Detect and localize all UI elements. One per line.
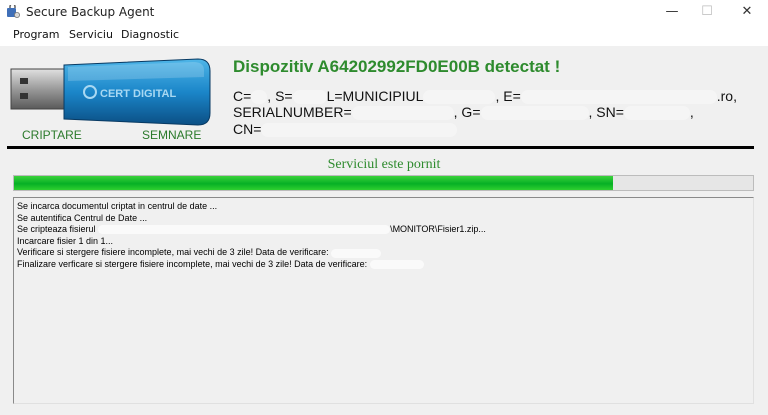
certificate-line-2: SERIALNUMBER= , G= , SN=, xyxy=(233,104,694,121)
redacted-date xyxy=(369,260,424,270)
menu-diagnostic[interactable]: Diagnostic xyxy=(121,28,179,41)
redacted-value xyxy=(623,106,690,121)
cert-country-key: C= xyxy=(233,88,252,104)
usb-token-image: CERT DIGITAL xyxy=(10,58,211,126)
activity-log[interactable]: Se incarca documentul criptat in centrul… xyxy=(13,197,754,404)
cert-state-key: , S= xyxy=(267,88,293,104)
device-detected-title: Dispozitiv A64202992FD0E00B detectat ! xyxy=(233,57,561,76)
cert-common-name-key: CN= xyxy=(233,121,262,137)
cert-given-name-key: , G= xyxy=(453,104,481,120)
cert-trailing-comma: , xyxy=(689,104,694,120)
redacted-value xyxy=(251,90,268,105)
encrypt-label: CRIPTARE xyxy=(22,128,82,142)
certificate-line-1: C= , S= L=MUNICIPIUL , E= .ro, xyxy=(233,88,737,105)
log-line-suffix: \MONITOR\Fisier1.zip... xyxy=(390,224,486,235)
redacted-value xyxy=(292,90,327,105)
redacted-value xyxy=(520,90,717,105)
title-bar: Secure Backup Agent — ☐ ✕ xyxy=(0,0,768,24)
menu-bar: Program Serviciu Diagnostic xyxy=(0,24,768,46)
cert-surname-key: , SN= xyxy=(588,104,624,120)
redacted-date xyxy=(331,248,382,258)
service-status-text: Serviciul este pornit xyxy=(327,157,441,172)
minimize-button[interactable]: — xyxy=(652,0,692,24)
progress-bar xyxy=(13,175,754,191)
cert-locality-key: L=MUNICIPIUL xyxy=(326,88,424,104)
header-divider xyxy=(7,146,754,149)
redacted-value xyxy=(480,106,589,121)
redacted-value xyxy=(351,106,454,121)
log-line: Verificare si stergere fisiere incomplet… xyxy=(14,247,753,259)
redacted-value xyxy=(261,123,458,138)
close-button[interactable]: ✕ xyxy=(727,0,767,24)
window-title: Secure Backup Agent xyxy=(26,5,155,19)
cert-email-key: , E= xyxy=(495,88,521,104)
log-line: Se autentifica Centrul de Date ... xyxy=(17,212,148,223)
cert-serial-key: SERIALNUMBER= xyxy=(233,104,352,120)
maximize-button[interactable]: ☐ xyxy=(687,0,727,24)
usb-brand-label: CERT DIGITAL xyxy=(100,88,176,100)
log-line-text: Verificare si stergere fisiere incomplet… xyxy=(17,247,329,258)
redacted-path xyxy=(98,225,391,235)
cert-email-suffix: .ro, xyxy=(716,88,737,104)
log-line: Finalizare verficare si stergere fisiere… xyxy=(14,259,753,271)
sign-label: SEMNARE xyxy=(142,128,202,142)
menu-serviciu[interactable]: Serviciu xyxy=(69,28,113,41)
app-icon xyxy=(7,5,20,18)
log-line-prefix: Se cripteaza fisierul xyxy=(17,224,96,235)
redacted-value xyxy=(423,90,496,105)
progress-bar-fill xyxy=(14,176,613,190)
menu-program[interactable]: Program xyxy=(13,28,59,41)
log-line: Se cripteaza fisierul \MONITOR\Fisier1.z… xyxy=(14,224,753,236)
log-line: Se incarca documentul criptat in centrul… xyxy=(17,201,218,211)
log-line-text: Finalizare verficare si stergere fisiere… xyxy=(17,258,368,269)
log-line: Incarcare fisier 1 din 1... xyxy=(17,235,114,246)
certificate-line-3: CN= xyxy=(233,121,458,138)
